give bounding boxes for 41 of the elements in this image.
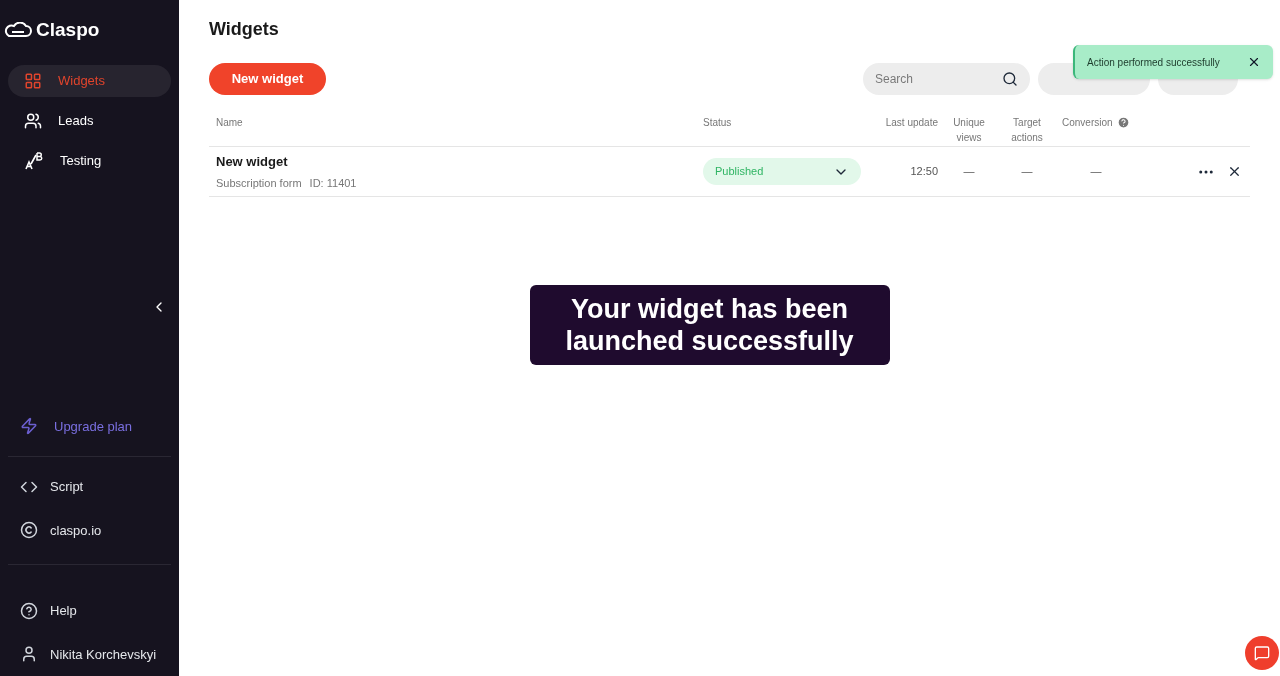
grid-icon bbox=[24, 71, 42, 90]
column-header: Target actions bbox=[1010, 116, 1044, 145]
brand-name: Claspo bbox=[36, 18, 100, 42]
sidebar-link[interactable]: Script bbox=[0, 465, 179, 509]
nav-item[interactable]: Testing bbox=[8, 144, 171, 177]
nav-item[interactable]: Widgets bbox=[8, 64, 171, 97]
users-icon bbox=[24, 111, 42, 130]
chat-button[interactable] bbox=[1245, 636, 1279, 670]
cloud-logo-icon bbox=[4, 22, 32, 39]
sidebar-link[interactable]: claspo.io bbox=[0, 508, 179, 552]
help-icon bbox=[20, 601, 38, 620]
caption: Your widget has been launched successfully bbox=[529, 285, 890, 365]
chat-icon bbox=[1254, 645, 1270, 661]
close-icon[interactable] bbox=[1227, 164, 1242, 179]
sidebar-link[interactable]: Help bbox=[0, 589, 179, 633]
table-cell-text: — bbox=[1089, 164, 1103, 180]
column-header: Conversion bbox=[1062, 116, 1113, 130]
lightning-icon bbox=[20, 417, 38, 436]
column-header: Unique views bbox=[952, 116, 986, 145]
widget-type: Subscription form bbox=[216, 176, 302, 191]
success-toast: Action performed successfully bbox=[1073, 45, 1273, 79]
table-cell-text: — bbox=[962, 164, 976, 180]
help-icon bbox=[1116, 116, 1130, 129]
nav-item[interactable]: Leads bbox=[8, 104, 171, 137]
upgrade-link[interactable]: Upgrade plan bbox=[0, 404, 179, 448]
page-title: Widgets bbox=[209, 18, 280, 41]
widget-id: ID: 11401 bbox=[309, 176, 357, 191]
column-header: Status bbox=[703, 116, 733, 130]
column-header: Name bbox=[216, 116, 244, 130]
ab-icon bbox=[24, 150, 44, 171]
close-icon[interactable] bbox=[1247, 55, 1261, 69]
column-header: Last update bbox=[884, 116, 938, 130]
new-widget-button[interactable]: New widget bbox=[209, 63, 326, 95]
table-cell-text: 12:50 bbox=[909, 164, 938, 180]
search-field[interactable]: Search bbox=[863, 63, 1030, 95]
sidebar-link[interactable]: Nikita Korchevskyi bbox=[0, 632, 179, 676]
search-icon bbox=[1002, 71, 1018, 87]
copyright-icon bbox=[20, 521, 38, 540]
table-cell-text: — bbox=[1020, 164, 1034, 180]
widget-name[interactable]: New widget bbox=[216, 151, 703, 171]
user-icon bbox=[20, 645, 38, 664]
